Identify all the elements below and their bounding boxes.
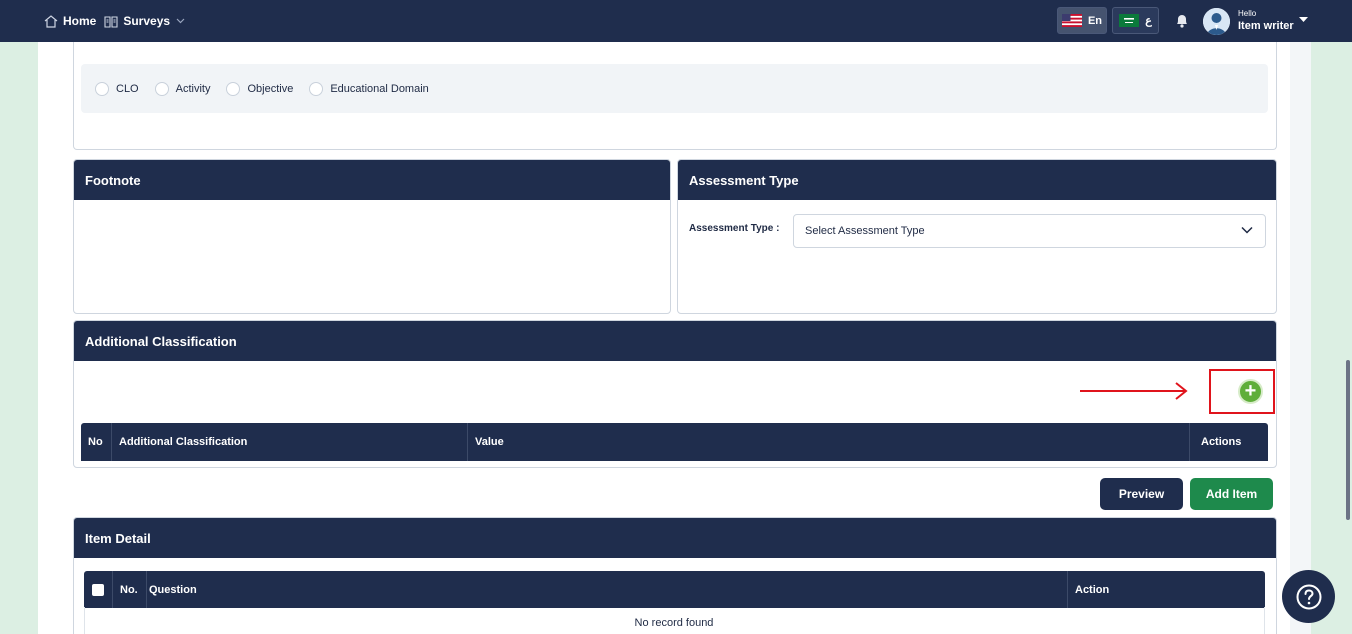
column-header-action[interactable]: Action <box>1067 571 1265 608</box>
scrollbar-thumb[interactable] <box>1346 360 1350 520</box>
nav-home-label: Home <box>63 14 97 28</box>
classification-type-radio-group: CLO Activity Objective Educational Domai… <box>81 64 1268 113</box>
us-flag-icon <box>1061 14 1082 27</box>
page-right-gutter <box>1290 42 1311 634</box>
nav-surveys[interactable]: Surveys <box>104 14 190 28</box>
radio-circle[interactable] <box>154 81 169 96</box>
item-detail-table-header: No. Question Action <box>84 571 1265 608</box>
additional-classification-title: Additional Classification <box>74 321 1276 361</box>
bell-icon[interactable] <box>1175 13 1189 29</box>
radio-circle[interactable] <box>309 81 324 96</box>
assessment-type-card: Assessment Type Assessment Type : Select… <box>677 159 1277 314</box>
radio-label: Objective <box>247 82 294 95</box>
assessment-type-field-label: Assessment Type : <box>689 223 780 234</box>
user-avatar-icon <box>1203 8 1230 35</box>
footnote-card: Footnote <box>73 159 671 314</box>
assessment-type-select-value: Select Assessment Type <box>805 225 925 237</box>
nav-surveys-label: Surveys <box>123 14 171 28</box>
saudi-flag-icon <box>1119 14 1140 27</box>
assessment-type-title: Assessment Type <box>678 160 1276 200</box>
language-arabic-button[interactable]: ع <box>1112 7 1159 34</box>
radio-objective[interactable]: Objective <box>226 81 294 96</box>
column-header-value[interactable]: Value <box>467 423 1189 461</box>
column-header-actions[interactable]: Actions <box>1189 423 1268 461</box>
empty-table-message: No record found <box>634 617 714 629</box>
help-icon <box>1296 584 1321 609</box>
column-header-additional-classification[interactable]: Additional Classification <box>111 423 467 461</box>
add-classification-button[interactable]: + <box>1238 379 1263 404</box>
avatar[interactable] <box>1203 8 1230 35</box>
radio-activity[interactable]: Activity <box>154 81 211 96</box>
footnote-title: Footnote <box>74 160 670 200</box>
radio-label: CLO <box>116 82 139 95</box>
column-header-no[interactable]: No <box>81 423 111 461</box>
radio-clo[interactable]: CLO <box>95 81 139 96</box>
hello-label: Hello <box>1238 9 1257 18</box>
preview-button[interactable]: Preview <box>1100 478 1183 510</box>
select-all-cell <box>84 571 112 608</box>
user-name[interactable]: Item writer <box>1238 20 1294 32</box>
language-arabic-label: ع <box>1145 15 1152 27</box>
chevron-down-icon <box>1241 226 1253 234</box>
additional-classification-table-header: No Additional Classification Value Actio… <box>81 423 1268 461</box>
caret-down-icon[interactable] <box>1298 16 1309 23</box>
language-english-label: En <box>1087 14 1103 27</box>
nav-home[interactable]: Home <box>44 14 96 28</box>
assessment-type-select[interactable]: Select Assessment Type <box>793 214 1266 248</box>
column-header-question[interactable]: Question <box>146 571 1067 608</box>
radio-label: Activity <box>175 82 211 95</box>
select-all-checkbox[interactable] <box>92 583 104 596</box>
home-icon <box>44 14 58 28</box>
radio-circle[interactable] <box>95 81 109 96</box>
plus-icon: + <box>1244 380 1257 402</box>
radio-educational-domain[interactable]: Educational Domain <box>309 81 429 96</box>
radio-label: Educational Domain <box>330 82 429 95</box>
help-button[interactable] <box>1282 570 1335 623</box>
add-item-button[interactable]: Add Item <box>1190 478 1273 510</box>
annotation-arrow <box>1080 382 1188 400</box>
chevron-down-icon <box>176 18 185 24</box>
radio-circle[interactable] <box>226 81 241 96</box>
column-header-no[interactable]: No. <box>112 571 148 608</box>
language-english-button[interactable]: En <box>1057 7 1107 34</box>
book-icon <box>104 15 118 28</box>
item-detail-title: Item Detail <box>74 518 1276 558</box>
